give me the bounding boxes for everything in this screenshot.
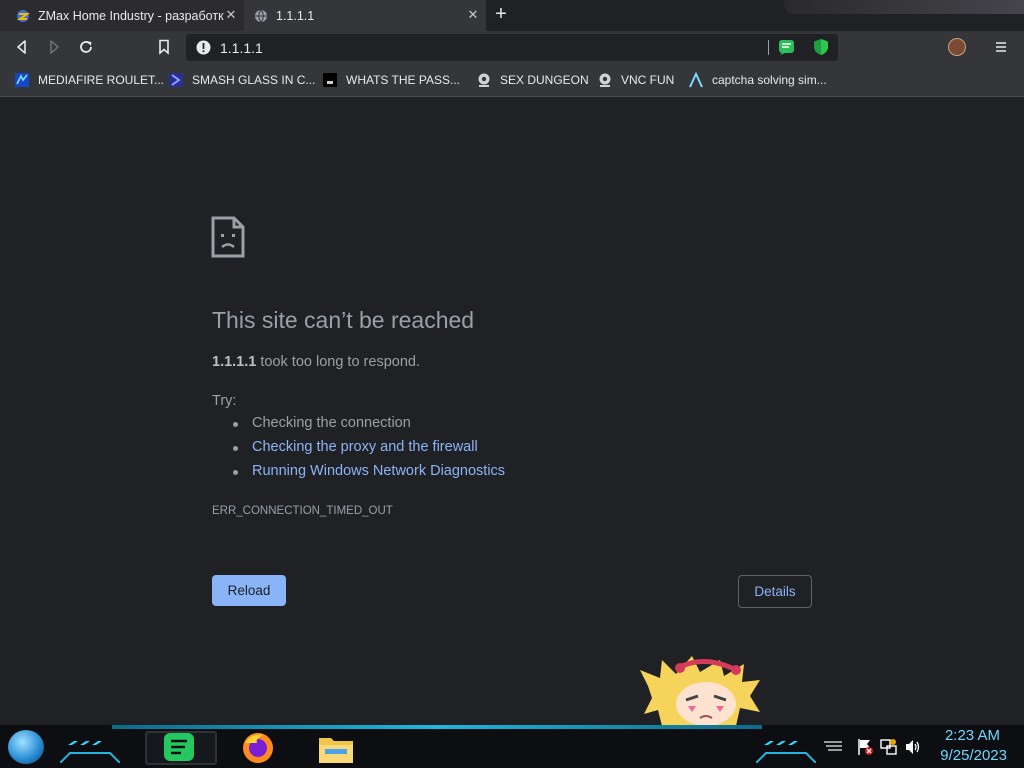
bookmark-item[interactable]: WHATS THE PASS... (322, 71, 460, 89)
file-explorer-icon[interactable] (318, 732, 354, 764)
window-decoration (784, 0, 1024, 14)
taskbar-frame (112, 725, 762, 729)
bookmark-label: captcha solving sim... (712, 73, 827, 87)
error-page: This site can’t be reached 1.1.1.1 took … (0, 98, 1024, 726)
bookmark-button[interactable] (152, 35, 176, 59)
action-center-flag-icon[interactable] (856, 738, 874, 756)
tab-strip: ZMax Home Industry - разработк ✕ 1.1.1.1… (0, 0, 1024, 31)
smash-glass-icon (169, 73, 183, 87)
error-host: 1.1.1.1 (212, 354, 257, 370)
url-text: 1.1.1.1 (220, 40, 263, 56)
taskbar-deco-icon (60, 741, 120, 763)
zmax-favicon-icon (16, 9, 30, 22)
firefox-icon[interactable] (241, 731, 275, 765)
gear-globe-icon (599, 73, 611, 87)
address-bar[interactable]: 1.1.1.1 (186, 34, 838, 61)
reload-button[interactable]: Reload (212, 575, 286, 606)
bookmark-item[interactable]: SEX DUNGEON (476, 71, 589, 89)
bookmark-item[interactable]: VNC FUN (597, 71, 674, 89)
tab-close-icon[interactable]: ✕ (466, 8, 480, 22)
mediafire-icon (15, 73, 29, 87)
suggestion-item: Checking the connection (232, 415, 505, 439)
hamburger-menu-icon (996, 42, 1006, 52)
menu-button[interactable] (989, 35, 1013, 59)
volume-icon[interactable] (904, 738, 922, 756)
error-description: 1.1.1.1 took too long to respond. (212, 354, 420, 370)
back-arrow-icon (17, 40, 26, 54)
clock-date[interactable]: 9/25/2023 (940, 747, 1007, 764)
suggestion-link[interactable]: Checking the proxy and the firewall (232, 439, 505, 463)
error-code: ERR_CONNECTION_TIMED_OUT (212, 505, 393, 517)
suggestion-link[interactable]: Running Windows Network Diagnostics (232, 463, 505, 487)
back-button[interactable] (10, 35, 34, 59)
toolbar: 1.1.1.1 (0, 31, 1024, 64)
bookmarks-bar: MEDIAFIRE ROULET... SMASH GLASS IN C... … (0, 64, 1024, 97)
details-button[interactable]: Details (738, 575, 812, 608)
sad-page-icon (211, 216, 245, 258)
bookmark-item[interactable]: SMASH GLASS IN C... (168, 71, 315, 89)
bookmark-label: MEDIAFIRE ROULET... (38, 73, 165, 87)
bookmark-label: VNC FUN (621, 73, 675, 87)
bookmark-label: SMASH GLASS IN C... (192, 73, 316, 87)
bookmark-label: WHATS THE PASS... (346, 73, 461, 87)
try-label: Try: (212, 393, 237, 409)
forward-arrow-icon (50, 40, 59, 54)
suggestion-list: Checking the connection Checking the pro… (232, 415, 505, 487)
network-icon[interactable] (880, 738, 898, 756)
spotify-icon[interactable] (163, 732, 195, 762)
tab-zmax[interactable]: ZMax Home Industry - разработк ✕ (0, 0, 244, 31)
gear-globe-icon (478, 73, 490, 87)
reload-toolbar-button[interactable] (74, 35, 98, 59)
clock-time[interactable]: 2:23 AM (945, 727, 1000, 744)
lambda-icon (689, 72, 703, 88)
tab-active[interactable]: 1.1.1.1 ✕ (244, 0, 486, 31)
taskbar-deco-icon (756, 741, 816, 763)
omnibox-divider (768, 40, 769, 55)
bookmark-label: SEX DUNGEON (500, 73, 589, 87)
show-hidden-icons-icon[interactable] (822, 739, 844, 753)
start-button[interactable] (8, 730, 44, 764)
tab-close-icon[interactable]: ✕ (224, 8, 238, 22)
forward-button[interactable] (42, 35, 66, 59)
error-description-text: took too long to respond. (256, 354, 420, 370)
tab-title: ZMax Home Industry - разработк (38, 8, 224, 23)
globe-icon (255, 9, 267, 22)
bookmark-item[interactable]: captcha solving sim... (688, 71, 827, 89)
anime-character-decoration (640, 656, 760, 726)
refresh-icon (80, 41, 92, 53)
terminal-icon (323, 73, 337, 87)
shield-extension-icon[interactable] (813, 38, 829, 56)
bookmark-item[interactable]: MEDIAFIRE ROULET... (14, 71, 164, 89)
profile-avatar[interactable] (948, 38, 966, 56)
new-tab-button[interactable]: + (491, 4, 511, 25)
chat-extension-icon[interactable] (778, 39, 795, 56)
error-title: This site can’t be reached (212, 307, 475, 333)
info-warning-icon (196, 40, 211, 55)
taskbar: 2:23 AM 9/25/2023 (0, 725, 1024, 768)
tab-title: 1.1.1.1 (276, 8, 315, 23)
bookmark-icon (159, 39, 169, 55)
